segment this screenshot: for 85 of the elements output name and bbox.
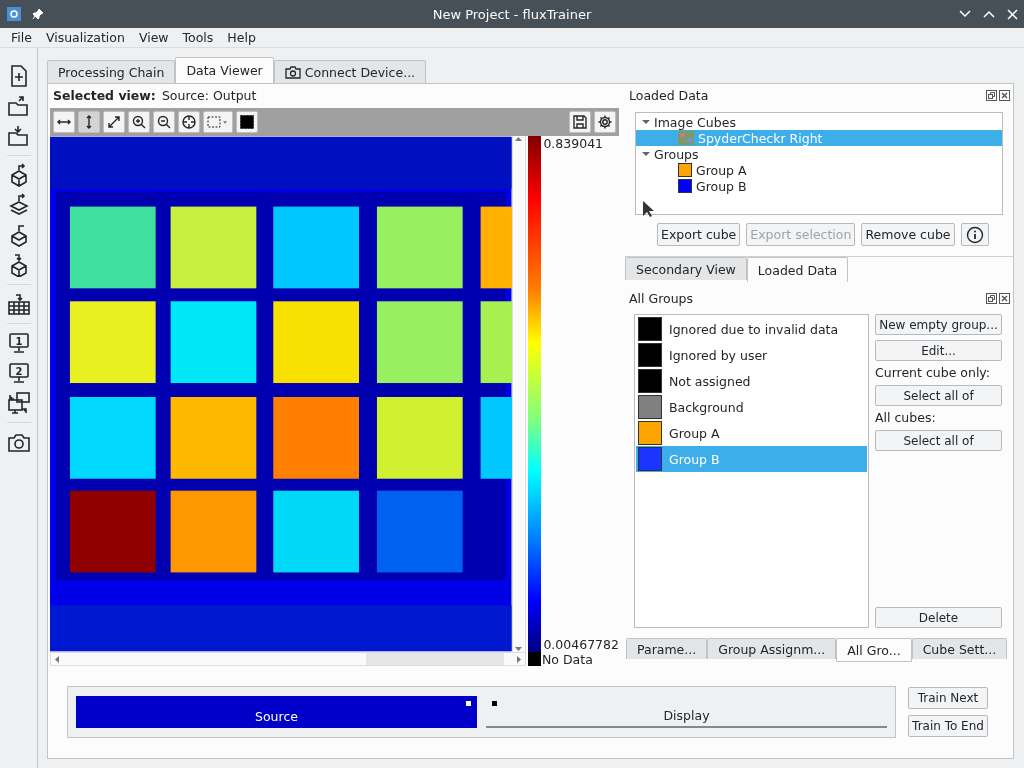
horizontal-scrollbar[interactable] xyxy=(50,652,526,666)
cursor-icon xyxy=(642,200,654,218)
button[interactable]: Select all of xyxy=(875,430,1002,451)
no-data-label: No Data xyxy=(542,651,593,667)
tree-label: Group B xyxy=(696,178,747,194)
maximize-icon[interactable] xyxy=(983,10,995,18)
horizontal-arrows-icon[interactable] xyxy=(53,111,75,133)
scroll-right-icon[interactable] xyxy=(516,654,522,664)
menu-item[interactable]: View xyxy=(131,30,176,45)
folder-arrow-icon[interactable] xyxy=(6,94,31,118)
tree-label: Groups xyxy=(654,146,699,162)
list-item[interactable]: Group A xyxy=(636,420,867,446)
tree-item[interactable]: Groups xyxy=(636,146,1002,162)
menu-item[interactable]: Visualization xyxy=(38,30,132,45)
zoom-out-icon[interactable] xyxy=(153,111,175,133)
section-label: Current cube only: xyxy=(875,366,992,380)
tab[interactable]: Group Assignm... xyxy=(707,638,837,659)
tree-label: Group A xyxy=(696,162,747,178)
button[interactable]: Train Next xyxy=(908,687,988,709)
button[interactable]: Remove cube xyxy=(861,223,955,246)
info-icon[interactable] xyxy=(960,223,989,246)
selected-view-value: Source: Output xyxy=(161,88,257,105)
list-item[interactable]: Ignored due to invalid data xyxy=(636,316,867,342)
menu-item[interactable]: File xyxy=(4,30,39,45)
menu-item[interactable]: Help xyxy=(220,30,263,45)
crosshair-icon[interactable] xyxy=(178,111,200,133)
dock-title: Loaded Data xyxy=(629,87,709,103)
group-label: Ignored due to invalid data xyxy=(669,321,839,337)
vertical-arrows-icon[interactable] xyxy=(78,111,100,133)
folder-arrow-icon[interactable] xyxy=(6,124,31,148)
float-icon[interactable] xyxy=(986,292,997,304)
diagonal-arrows-icon[interactable] xyxy=(103,111,125,133)
button[interactable]: Edit... xyxy=(875,340,1002,361)
dock-title: All Groups xyxy=(629,290,694,306)
group-label: Group B xyxy=(669,451,720,467)
tab[interactable]: Data Viewer xyxy=(175,57,274,83)
scroll-left-icon[interactable] xyxy=(54,654,60,664)
mask-icon[interactable] xyxy=(236,111,258,133)
tab[interactable]: Loaded Data xyxy=(746,257,849,282)
close-icon[interactable] xyxy=(999,292,1010,304)
button[interactable]: Train To End xyxy=(908,715,988,737)
tree-item[interactable]: Image Cubes xyxy=(636,114,1002,130)
minimize-icon[interactable] xyxy=(959,10,971,18)
thumbnail-icon xyxy=(678,131,694,145)
colorbar-min: 0.00467782 xyxy=(543,637,619,652)
tab[interactable]: Parame... xyxy=(626,638,708,659)
close-icon[interactable] xyxy=(999,89,1010,101)
tab[interactable]: Connect Device... xyxy=(273,60,427,83)
delete-button[interactable]: Delete xyxy=(875,607,1002,628)
tree-item[interactable]: Group B xyxy=(636,178,1002,194)
tab[interactable]: Processing Chain xyxy=(47,60,176,83)
list-item[interactable]: Not assigned xyxy=(636,368,867,394)
save-icon[interactable] xyxy=(569,111,591,133)
button[interactable]: Select all of xyxy=(875,385,1002,406)
camera-icon xyxy=(284,65,301,79)
tree-item[interactable]: Group A xyxy=(636,162,1002,178)
monitors-icon[interactable] xyxy=(6,391,31,415)
pin-icon[interactable] xyxy=(32,8,44,20)
caret-icon[interactable] xyxy=(642,151,650,157)
colorbar-max: 0.839041 xyxy=(543,136,605,151)
menu-item[interactable]: Tools xyxy=(175,30,221,45)
list-item[interactable]: Ignored by user xyxy=(636,342,867,368)
float-icon[interactable] xyxy=(986,89,997,101)
table-arrow-icon[interactable] xyxy=(6,292,31,316)
caret-icon[interactable] xyxy=(642,119,650,125)
tree-label: SpyderCheckr Right xyxy=(698,130,823,146)
button[interactable]: Export cube xyxy=(657,223,741,246)
list-item[interactable]: Background xyxy=(636,394,867,420)
tab[interactable]: All Gro... xyxy=(836,638,912,662)
selected-view-label: Selected view: xyxy=(53,88,156,105)
settings-icon[interactable] xyxy=(594,111,616,133)
zoom-in-icon[interactable] xyxy=(128,111,150,133)
app-icon xyxy=(6,6,22,22)
tab[interactable]: Cube Sett... xyxy=(911,638,1008,659)
group-label: Group A xyxy=(669,425,720,441)
group-label: Background xyxy=(669,399,744,415)
window-title: New Project - fluxTrainer xyxy=(431,6,593,22)
group-label: Ignored by user xyxy=(669,347,768,363)
no-data-swatch xyxy=(528,652,541,666)
group-label: Not assigned xyxy=(669,373,751,389)
tree-label: Image Cubes xyxy=(654,114,736,130)
section-label: All cubes: xyxy=(875,411,937,425)
tab[interactable]: Secondary View xyxy=(625,257,747,280)
button[interactable]: New empty group... xyxy=(875,314,1002,335)
pipeline-node[interactable]: Source xyxy=(76,696,477,728)
